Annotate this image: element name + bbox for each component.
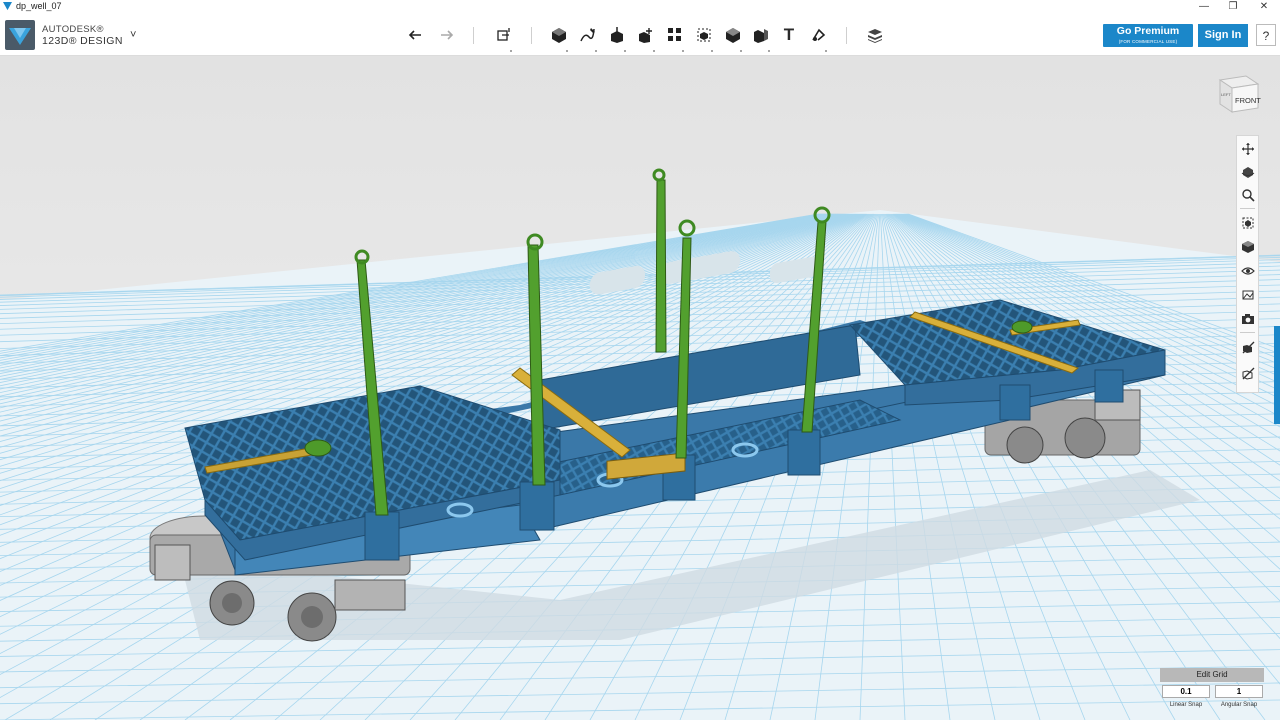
side-panel-tab[interactable] bbox=[1274, 326, 1280, 424]
brand-product: 123D® DESIGN bbox=[42, 35, 123, 47]
toolbar-divider bbox=[473, 27, 474, 44]
zoom-icon[interactable] bbox=[1239, 186, 1257, 204]
edit-grid-button[interactable]: Edit Grid bbox=[1160, 668, 1264, 682]
go-premium-sublabel: (FOR COMMERCIAL USE) bbox=[1118, 39, 1178, 44]
go-premium-label: Go Premium bbox=[1116, 25, 1180, 37]
toolbar-divider bbox=[846, 27, 847, 44]
viewcube-left-label: LEFT bbox=[1221, 92, 1231, 97]
transform-icon[interactable] bbox=[492, 24, 514, 52]
edit-grid-panel: Edit Grid 0.1 1 Linear Snap Angular Snap bbox=[1160, 668, 1264, 716]
window-title: dp_well_07 bbox=[16, 1, 62, 11]
materials-icon[interactable] bbox=[864, 24, 886, 46]
nav-divider bbox=[1240, 332, 1255, 333]
orbit-icon[interactable] bbox=[1239, 163, 1257, 181]
materials-outline-icon[interactable] bbox=[1239, 286, 1257, 304]
outline-icon[interactable] bbox=[1239, 338, 1257, 356]
view-cube[interactable]: FRONT LEFT bbox=[1212, 70, 1264, 120]
navigation-bar bbox=[1236, 135, 1259, 393]
modify-icon[interactable] bbox=[635, 24, 657, 52]
snap-icon[interactable] bbox=[807, 24, 829, 52]
viewcube-front-label: FRONT bbox=[1235, 96, 1261, 105]
nav-divider bbox=[1240, 208, 1255, 209]
primitives-icon[interactable] bbox=[548, 24, 570, 52]
undo-icon[interactable] bbox=[406, 24, 428, 46]
app-menu-logo-icon[interactable] bbox=[5, 20, 35, 50]
app-menu-chevron-icon[interactable]: ˅ bbox=[130, 29, 136, 41]
app-logo-icon bbox=[3, 2, 12, 11]
scene bbox=[0, 56, 1280, 720]
sign-in-button[interactable]: Sign In bbox=[1198, 24, 1248, 47]
camera-icon[interactable] bbox=[1239, 310, 1257, 328]
go-premium-button[interactable]: Go Premium (FOR COMMERCIAL USE) bbox=[1103, 24, 1193, 47]
angular-snap-input[interactable]: 1 bbox=[1215, 685, 1263, 698]
viewport-canvas[interactable] bbox=[0, 56, 1280, 720]
pattern-icon[interactable] bbox=[664, 24, 686, 52]
title-bar: dp_well_07 — ❐ ✕ bbox=[0, 0, 1280, 14]
redo-icon[interactable] bbox=[434, 24, 456, 46]
text-icon[interactable]: T bbox=[778, 24, 800, 46]
combine-icon[interactable] bbox=[722, 24, 744, 52]
minimize-button[interactable]: — bbox=[1190, 0, 1218, 14]
views-icon[interactable] bbox=[1239, 238, 1257, 256]
visibility-icon[interactable] bbox=[1239, 262, 1257, 280]
measure-icon[interactable] bbox=[750, 24, 772, 52]
maximize-button[interactable]: ❐ bbox=[1219, 0, 1247, 14]
brand-company: AUTODESK® bbox=[42, 24, 104, 35]
group-icon[interactable] bbox=[693, 24, 715, 52]
toolbar-divider bbox=[531, 27, 532, 44]
app-toolbar: AUTODESK® 123D® DESIGN ˅ T Go Premium (F… bbox=[0, 14, 1280, 56]
pan-icon[interactable] bbox=[1239, 140, 1257, 158]
wireframe-icon[interactable] bbox=[1239, 364, 1257, 382]
close-button[interactable]: ✕ bbox=[1250, 0, 1278, 14]
linear-snap-input[interactable]: 0.1 bbox=[1162, 685, 1210, 698]
angular-snap-label: Angular Snap bbox=[1220, 702, 1258, 708]
construct-icon[interactable] bbox=[606, 24, 628, 52]
fit-icon[interactable] bbox=[1239, 214, 1257, 232]
linear-snap-label: Linear Snap bbox=[1169, 702, 1203, 708]
help-button[interactable]: ? bbox=[1256, 24, 1276, 46]
sketch-icon[interactable] bbox=[577, 24, 599, 52]
